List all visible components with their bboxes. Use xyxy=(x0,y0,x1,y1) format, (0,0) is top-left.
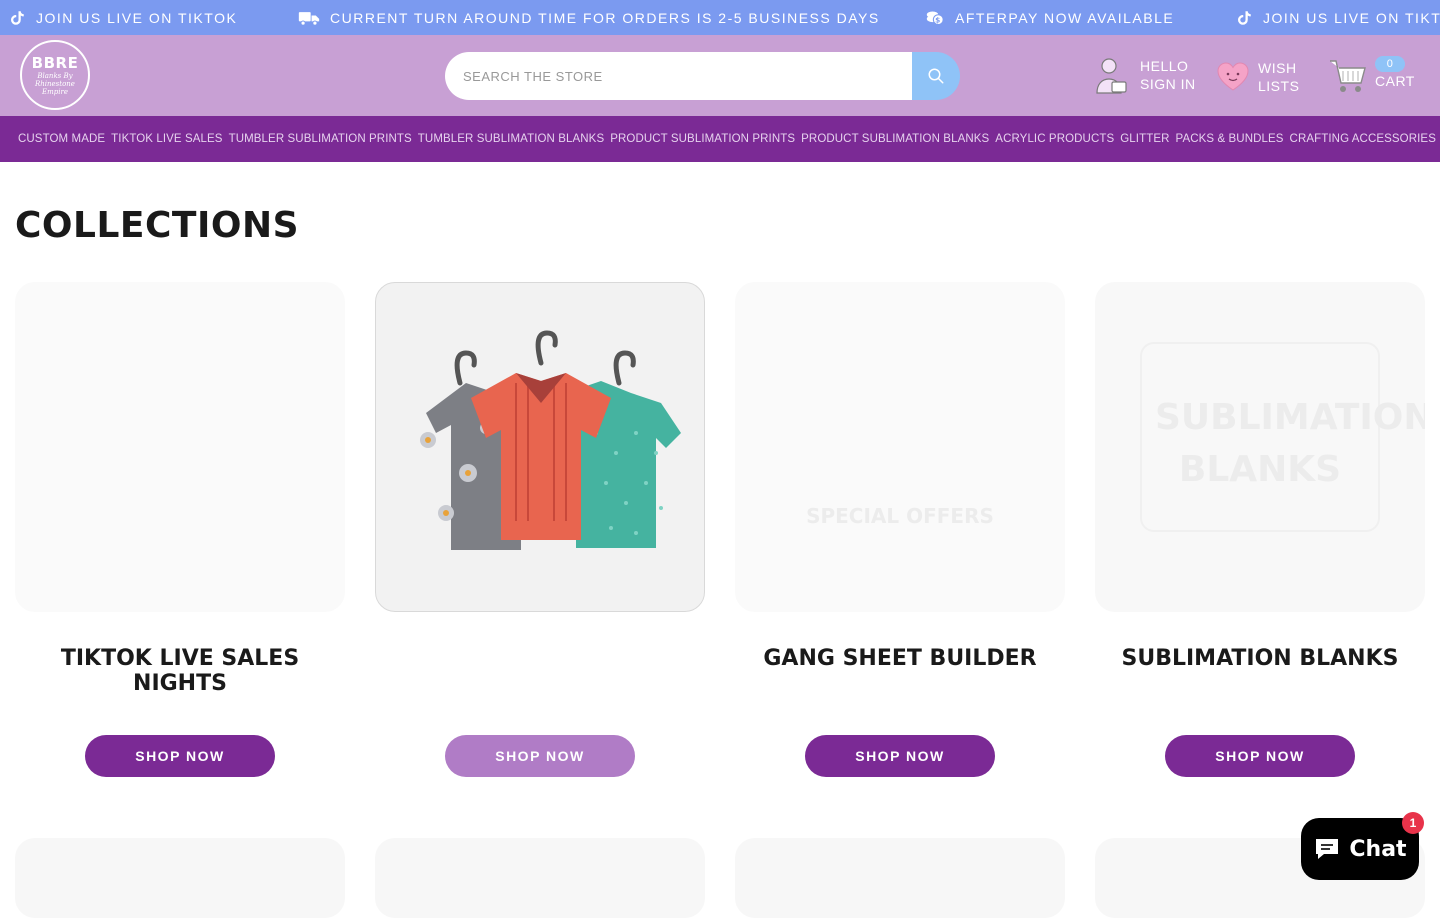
wishlist-link[interactable]: WISH LISTS xyxy=(1216,59,1299,95)
announcement-item: JOIN US LIVE ON TIKTOK xyxy=(1235,0,1440,35)
sign-in-label: SIGN IN xyxy=(1140,76,1196,92)
logo-text: BBRE xyxy=(31,54,79,72)
store-logo[interactable]: BBRE Blanks By Rhinestone Empire xyxy=(20,40,90,110)
collection-card: SUBLIMATION BLANKS SUBLIMATION BLANKS SH… xyxy=(1095,282,1425,777)
announcement-text: CURRENT TURN AROUND TIME FOR ORDERS IS 2… xyxy=(330,9,880,26)
nav-item-tiktok-live-sales[interactable]: TIKTOK LIVE SALES xyxy=(111,133,222,145)
nav-item-tumbler-sublimation-prints[interactable]: TUMBLER SUBLIMATION PRINTS xyxy=(229,133,412,145)
wishlist-line2: LISTS xyxy=(1258,78,1300,94)
search-button[interactable] xyxy=(912,52,960,100)
coins-icon: $ xyxy=(926,10,944,25)
wishlist-line1: WISH xyxy=(1258,60,1297,76)
announcement-item: CURRENT TURN AROUND TIME FOR ORDERS IS 2… xyxy=(298,0,880,35)
announcement-text: JOIN US LIVE ON TIKTOK xyxy=(1263,9,1440,26)
shop-now-button[interactable]: SHOP NOW xyxy=(1165,735,1355,777)
nav-item-tumbler-sublimation-blanks[interactable]: TUMBLER SUBLIMATION BLANKS xyxy=(418,133,604,145)
tiktok-icon xyxy=(1238,10,1251,25)
svg-text:$: $ xyxy=(935,15,941,24)
chat-label: Chat xyxy=(1349,836,1407,862)
announcement-item: $ AFTERPAY NOW AVAILABLE xyxy=(925,0,1174,35)
shop-now-button[interactable]: SHOP NOW xyxy=(85,735,275,777)
chat-notification-badge: 1 xyxy=(1402,812,1424,834)
nav-item-product-sublimation-prints[interactable]: PRODUCT SUBLIMATION PRINTS xyxy=(610,133,795,145)
cart-count-badge: 0 xyxy=(1375,56,1405,72)
user-icon xyxy=(1096,58,1127,94)
shop-now-button[interactable]: SHOP NOW xyxy=(445,735,635,777)
main-nav: CUSTOM MADE TIKTOK LIVE SALES TUMBLER SU… xyxy=(0,116,1440,162)
announcement-text: AFTERPAY NOW AVAILABLE xyxy=(955,9,1175,26)
collection-card: SHOP NOW xyxy=(375,282,705,777)
announcement-bar: JOIN US LIVE ON TIKTOK CURRENT TURN AROU… xyxy=(0,0,1440,35)
logo-tagline: Blanks By Rhinestone Empire xyxy=(35,72,75,96)
collection-image[interactable] xyxy=(15,282,345,612)
truck-icon xyxy=(298,11,320,26)
site-header: BBRE Blanks By Rhinestone Empire HELLO S… xyxy=(0,35,1440,116)
cart-label: CART xyxy=(1375,73,1415,89)
collection-card-image[interactable] xyxy=(735,838,1065,918)
collection-image[interactable]: SUBLIMATION BLANKS xyxy=(1095,282,1425,612)
tiktok-icon xyxy=(11,10,24,25)
collection-card: SPECIAL OFFERS GANG SHEET BUILDER SHOP N… xyxy=(735,282,1065,777)
collection-image[interactable] xyxy=(375,282,705,612)
nav-item-product-sublimation-blanks[interactable]: PRODUCT SUBLIMATION BLANKS xyxy=(801,133,989,145)
account-greeting: HELLO xyxy=(1140,58,1189,74)
heart-icon xyxy=(1217,62,1249,91)
special-offers-text: SPECIAL OFFERS xyxy=(806,504,994,528)
chat-bubble-icon xyxy=(1316,839,1339,859)
search-input[interactable] xyxy=(445,52,912,100)
account-link[interactable]: HELLO SIGN IN xyxy=(1094,55,1196,95)
search-icon xyxy=(928,68,944,84)
chat-button[interactable]: Chat xyxy=(1301,818,1419,880)
page-title: COLLECTIONS xyxy=(15,205,300,246)
cart-icon xyxy=(1330,60,1366,92)
announcement-text: JOIN US LIVE ON TIKTOK xyxy=(36,9,238,26)
announcement-item: JOIN US LIVE ON TIKTOK xyxy=(8,0,237,35)
collection-title[interactable]: TIKTOK LIVE SALES NIGHTS xyxy=(15,646,345,696)
shop-now-button[interactable]: SHOP NOW xyxy=(805,735,995,777)
shirts-illustration xyxy=(420,330,681,550)
nav-item-acrylic-products[interactable]: ACRYLIC PRODUCTS xyxy=(995,133,1114,145)
nav-item-crafting-accessories[interactable]: CRAFTING ACCESSORIES xyxy=(1290,133,1436,145)
search-bar xyxy=(445,52,960,100)
sublimation-blanks-text: SUBLIMATION BLANKS xyxy=(1155,397,1425,490)
collection-card-image[interactable] xyxy=(15,838,345,918)
collection-card: TIKTOK LIVE SALES NIGHTS SHOP NOW xyxy=(15,282,345,777)
nav-item-custom-made[interactable]: CUSTOM MADE xyxy=(18,133,105,145)
collection-card-image[interactable] xyxy=(375,838,705,918)
cart-link[interactable]: 0 CART xyxy=(1328,56,1415,95)
collection-image[interactable]: SPECIAL OFFERS xyxy=(735,282,1065,612)
collection-title[interactable]: SUBLIMATION BLANKS xyxy=(1095,646,1425,671)
nav-item-packs-bundles[interactable]: PACKS & BUNDLES xyxy=(1176,133,1284,145)
nav-item-glitter[interactable]: GLITTER xyxy=(1120,133,1169,145)
collection-title[interactable]: GANG SHEET BUILDER xyxy=(735,646,1065,671)
